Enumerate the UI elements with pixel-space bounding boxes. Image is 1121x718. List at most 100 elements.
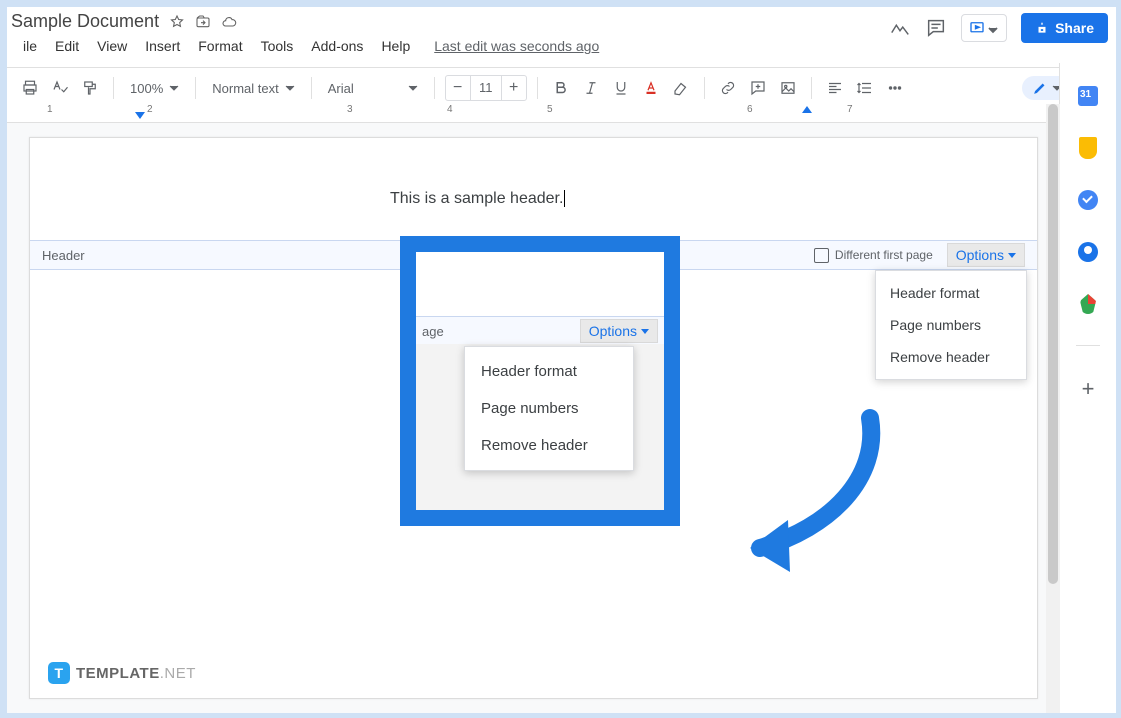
header-options-button[interactable]: Options [947, 243, 1025, 267]
insert-image-icon[interactable] [775, 75, 801, 101]
doc-title[interactable]: Sample Document [11, 11, 159, 32]
caret-down-icon [169, 81, 179, 96]
ruler-num: 1 [47, 104, 53, 115]
menubar: ile Edit View Insert Format Tools Add-on… [11, 32, 599, 58]
bold-icon[interactable] [548, 75, 574, 101]
tasks-icon[interactable] [1077, 189, 1099, 211]
google-docs-app: Sample Document ile Edit View Insert [6, 6, 1117, 714]
content-area: 1 2 3 4 5 6 7 This is a sample header. H… [7, 104, 1060, 713]
paragraph-style-value: Normal text [212, 81, 278, 96]
left-indent-marker[interactable] [135, 112, 145, 119]
scrollbar-thumb[interactable] [1048, 104, 1058, 584]
different-first-page-checkbox[interactable]: Different first page [814, 248, 933, 263]
menu-addons[interactable]: Add-ons [305, 34, 369, 58]
font-size-value[interactable]: 11 [470, 76, 502, 100]
text-cursor [564, 190, 565, 207]
separator [704, 77, 705, 99]
font-size-increase[interactable]: + [502, 76, 526, 100]
underline-icon[interactable] [608, 75, 634, 101]
separator [811, 77, 812, 99]
right-indent-marker[interactable] [802, 106, 812, 113]
inset-page-label: age [422, 324, 444, 339]
inset-header-bar: age Options [416, 316, 664, 346]
move-icon[interactable] [195, 14, 211, 30]
star-icon[interactable] [169, 14, 185, 30]
separator [1076, 345, 1100, 346]
caret-down-icon [408, 81, 418, 96]
font-select[interactable]: Arial [322, 79, 424, 98]
align-icon[interactable] [822, 75, 848, 101]
checkbox-icon [814, 248, 829, 263]
caret-down-icon [988, 22, 1000, 34]
separator [434, 77, 435, 99]
zoom-select[interactable]: 100% [124, 79, 185, 98]
ruler-num: 2 [147, 104, 153, 115]
calendar-icon[interactable] [1077, 85, 1099, 107]
caret-down-icon [641, 329, 649, 334]
header-options-dropdown: Header format Page numbers Remove header [875, 270, 1027, 380]
titlebar: Sample Document ile Edit View Insert [7, 7, 1116, 68]
template-logo-icon: T [48, 662, 70, 684]
paint-format-icon[interactable] [77, 75, 103, 101]
header-text[interactable]: This is a sample header. [390, 190, 565, 208]
get-addons-icon[interactable]: + [1082, 376, 1095, 402]
cloud-icon[interactable] [221, 14, 237, 30]
font-size-control: − 11 + [445, 75, 527, 101]
template-net-watermark: T TEMPLATE.NET [48, 662, 196, 684]
inset-menu-header-format[interactable]: Header format [465, 353, 633, 390]
menu-page-numbers[interactable]: Page numbers [876, 309, 1026, 341]
separator [113, 77, 114, 99]
menu-view[interactable]: View [91, 34, 133, 58]
ruler-num: 5 [547, 104, 553, 115]
header-label: Header [42, 248, 85, 263]
text-color-icon[interactable] [638, 75, 664, 101]
separator [195, 77, 196, 99]
annotation-highlight-box: age Options Header format Page numbers R… [400, 236, 680, 526]
menu-tools[interactable]: Tools [255, 34, 300, 58]
side-panel: + [1059, 63, 1116, 713]
present-button[interactable] [961, 14, 1007, 42]
menu-help[interactable]: Help [375, 34, 416, 58]
menu-file[interactable]: ile [17, 34, 43, 58]
inset-menu-remove-header[interactable]: Remove header [465, 427, 633, 464]
ruler[interactable]: 1 2 3 4 5 6 7 [7, 104, 1060, 123]
ruler-num: 7 [847, 104, 853, 115]
separator [311, 77, 312, 99]
menu-edit[interactable]: Edit [49, 34, 85, 58]
menu-remove-header[interactable]: Remove header [876, 341, 1026, 373]
ruler-num: 6 [747, 104, 753, 115]
inset-options-button[interactable]: Options [580, 319, 658, 343]
inset-header-area [416, 252, 664, 316]
dfp-label: Different first page [835, 248, 933, 262]
font-size-decrease[interactable]: − [446, 76, 470, 100]
document-page[interactable]: This is a sample header. Header Differen… [29, 137, 1038, 699]
comments-icon[interactable] [925, 17, 947, 39]
separator [537, 77, 538, 99]
insert-link-icon[interactable] [715, 75, 741, 101]
more-icon[interactable] [882, 75, 908, 101]
italic-icon[interactable] [578, 75, 604, 101]
highlight-icon[interactable] [668, 75, 694, 101]
keep-icon[interactable] [1077, 137, 1099, 159]
annotation-arrow-icon [710, 388, 910, 588]
inset-menu-page-numbers[interactable]: Page numbers [465, 390, 633, 427]
share-label: Share [1055, 20, 1094, 36]
print-icon[interactable] [17, 75, 43, 101]
vertical-scrollbar[interactable] [1046, 104, 1060, 713]
inset-options-dropdown: Header format Page numbers Remove header [464, 346, 634, 471]
menu-header-format[interactable]: Header format [876, 277, 1026, 309]
menu-insert[interactable]: Insert [139, 34, 186, 58]
line-spacing-icon[interactable] [852, 75, 878, 101]
menu-format[interactable]: Format [192, 34, 248, 58]
spellcheck-icon[interactable] [47, 75, 73, 101]
toolbar: 100% Normal text Arial − 11 + [7, 68, 1116, 109]
font-value: Arial [328, 81, 354, 96]
share-button[interactable]: Share [1021, 13, 1108, 43]
activity-icon[interactable] [889, 17, 911, 39]
ruler-num: 3 [347, 104, 353, 115]
maps-icon[interactable] [1077, 293, 1099, 315]
contacts-icon[interactable] [1077, 241, 1099, 263]
last-edit-text[interactable]: Last edit was seconds ago [434, 34, 599, 58]
paragraph-style-select[interactable]: Normal text [206, 79, 300, 98]
add-comment-icon[interactable] [745, 75, 771, 101]
